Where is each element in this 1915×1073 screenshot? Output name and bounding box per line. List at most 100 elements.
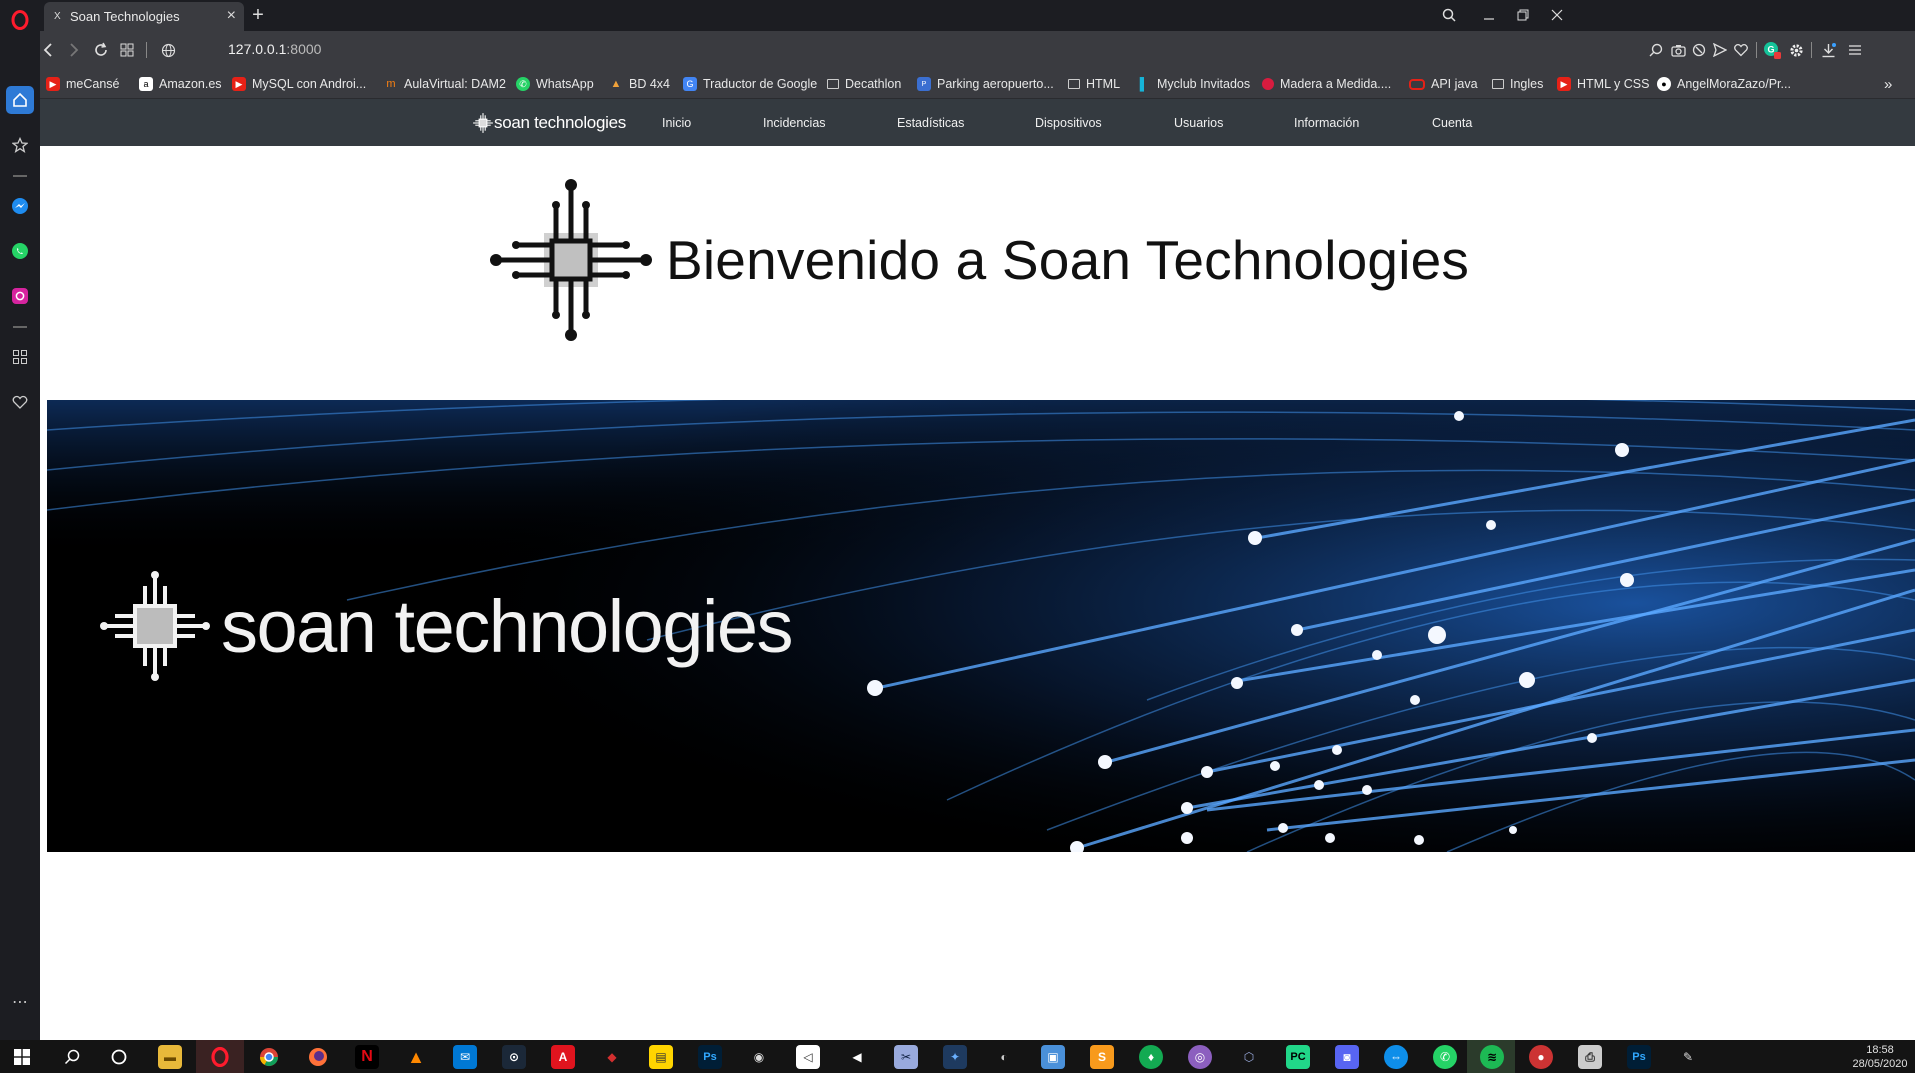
speed-dial-home-icon[interactable] xyxy=(6,86,34,114)
back-icon[interactable] xyxy=(36,38,60,62)
github-icon: ● xyxy=(1657,77,1671,91)
paint-icon[interactable]: ✎ xyxy=(1676,1045,1700,1069)
sql-tool-icon[interactable]: ◆ xyxy=(600,1045,624,1069)
opera-logo-icon[interactable] xyxy=(8,8,32,32)
send-flow-icon[interactable] xyxy=(1710,40,1730,60)
grammarly-extension-icon[interactable]: G xyxy=(1762,40,1782,60)
discord-icon[interactable]: ◙ xyxy=(1335,1045,1359,1069)
photoshop-icon[interactable]: Ps xyxy=(1627,1045,1651,1069)
unity-hub-icon[interactable]: ◀ xyxy=(845,1045,869,1069)
opera-taskbar-icon[interactable] xyxy=(208,1045,232,1069)
windows-start-icon[interactable] xyxy=(10,1045,34,1069)
easy-setup-menu-icon[interactable] xyxy=(1845,40,1865,60)
bookmark-item[interactable]: a Amazon.es xyxy=(139,75,222,93)
bookmark-item[interactable]: ▶ meCansé xyxy=(46,75,120,93)
printer-icon[interactable]: ⎙ xyxy=(1578,1045,1602,1069)
minimize-icon[interactable] xyxy=(1472,2,1506,28)
nav-link-cuenta[interactable]: Cuenta xyxy=(1432,116,1472,130)
cortana-icon[interactable] xyxy=(107,1045,131,1069)
spotify-icon[interactable]: ≋ xyxy=(1480,1045,1504,1069)
nav-link-inicio[interactable]: Inicio xyxy=(662,116,691,130)
url-host: 127.0.0.1 xyxy=(228,41,287,57)
navbar-brand[interactable]: soan technologies xyxy=(472,112,626,134)
pycharm-icon[interactable]: PC xyxy=(1286,1045,1310,1069)
new-tab-button[interactable]: + xyxy=(246,3,270,27)
bookmark-label: Ingles xyxy=(1510,77,1544,91)
oracle-icon xyxy=(1409,78,1425,90)
nav-link-usuarios[interactable]: Usuarios xyxy=(1174,116,1223,130)
heart-icon[interactable] xyxy=(8,390,32,414)
bookmark-item[interactable]: API java xyxy=(1409,75,1478,93)
netflix-icon[interactable]: N xyxy=(355,1045,379,1069)
whatsapp-desktop-icon[interactable]: ✆ xyxy=(1433,1045,1457,1069)
messenger-icon[interactable] xyxy=(8,194,32,218)
bookmark-item[interactable]: P Parking aeropuerto... xyxy=(917,75,1054,93)
recorder-icon[interactable]: ● xyxy=(1529,1045,1553,1069)
unity-icon[interactable]: ◁ xyxy=(796,1045,820,1069)
bookmark-item[interactable]: G Traductor de Google xyxy=(683,75,817,93)
reload-icon[interactable] xyxy=(89,38,113,62)
file-explorer-icon[interactable]: ▬ xyxy=(158,1045,182,1069)
vlc-icon[interactable]: ▲ xyxy=(404,1045,428,1069)
tab-grid-icon[interactable] xyxy=(115,38,139,62)
bookmark-folder[interactable]: HTML xyxy=(1068,75,1120,93)
bookmark-item[interactable]: Madera a Medida.... xyxy=(1262,75,1391,93)
site-info-globe-icon[interactable] xyxy=(156,38,180,62)
tracker-blocker-icon[interactable] xyxy=(1689,40,1709,60)
nav-link-incidencias[interactable]: Incidencias xyxy=(763,116,826,130)
search-icon[interactable] xyxy=(60,1045,84,1069)
page-title: Bienvenido a Soan Technologies xyxy=(666,229,1470,291)
photoshop-icon[interactable]: Ps xyxy=(698,1045,722,1069)
nav-link-dispositivos[interactable]: Dispositivos xyxy=(1035,116,1102,130)
bookmarks-star-icon[interactable] xyxy=(8,133,32,157)
bookmark-item[interactable]: ▶ MySQL con Androi... xyxy=(232,75,366,93)
snipping-tool-icon[interactable]: ✂ xyxy=(894,1045,918,1069)
bookmark-item[interactable]: m AulaVirtual: DAM2 xyxy=(384,75,506,93)
more-options-icon[interactable]: ⋯ xyxy=(8,990,32,1014)
search-tabs-icon[interactable] xyxy=(1432,2,1466,28)
app-purple-icon[interactable]: ◎ xyxy=(1188,1045,1212,1069)
bookmark-label: Decathlon xyxy=(845,77,902,91)
bookmark-folder[interactable]: Ingles xyxy=(1492,75,1543,93)
settings-gear-icon[interactable] xyxy=(1786,40,1806,60)
chrome-icon[interactable] xyxy=(257,1045,281,1069)
3d-box-icon[interactable]: ⬡ xyxy=(1237,1045,1261,1069)
firefox-icon[interactable] xyxy=(306,1045,330,1069)
restore-icon[interactable] xyxy=(1506,2,1540,28)
madera-icon xyxy=(1262,78,1274,90)
mail-icon[interactable]: ✉ xyxy=(453,1045,477,1069)
search-page-icon[interactable] xyxy=(1646,40,1666,60)
nav-link-informacion[interactable]: Información xyxy=(1294,116,1359,130)
tab-close-icon[interactable]: × xyxy=(227,7,236,25)
forward-icon[interactable] xyxy=(62,38,86,62)
snapshot-camera-icon[interactable] xyxy=(1668,40,1688,60)
steam-icon[interactable]: ⊙ xyxy=(502,1045,526,1069)
bookmark-item[interactable]: ● AngelMoraZazo/Pr... xyxy=(1657,75,1791,93)
bookmark-label: AngelMoraZazo/Pr... xyxy=(1677,77,1791,91)
tab-soan-technologies[interactable]: X Soan Technologies × xyxy=(44,2,244,31)
mysql-workbench-icon[interactable]: ✦ xyxy=(943,1045,967,1069)
bookmark-item[interactable]: ▲ BD 4x4 xyxy=(609,75,670,93)
acrobat-icon[interactable]: A xyxy=(551,1045,575,1069)
bookmark-item[interactable]: ▌ Myclub Invitados xyxy=(1137,75,1250,93)
workspaces-grid-icon[interactable] xyxy=(8,345,32,369)
nav-link-estadisticas[interactable]: Estadísticas xyxy=(897,116,964,130)
bookmarks-overflow-chevron-icon[interactable]: » xyxy=(1884,75,1892,93)
virtual-box-icon[interactable]: ▣ xyxy=(1041,1045,1065,1069)
close-window-icon[interactable] xyxy=(1540,2,1574,28)
bookmark-item[interactable]: ▶ HTML y CSS xyxy=(1557,75,1649,93)
instagram-icon[interactable] xyxy=(8,284,32,308)
whatsapp-icon[interactable] xyxy=(8,239,32,263)
eclipse-icon[interactable]: ◐ xyxy=(992,1045,1016,1069)
bookmark-heart-icon[interactable] xyxy=(1731,40,1751,60)
address-url[interactable]: 127.0.0.1:8000 xyxy=(228,41,321,57)
mongodb-icon[interactable]: ♦ xyxy=(1139,1045,1163,1069)
sticky-notes-icon[interactable]: ▤ xyxy=(649,1045,673,1069)
sublime-text-icon[interactable]: S xyxy=(1090,1045,1114,1069)
app-icon[interactable]: ◉ xyxy=(747,1045,771,1069)
downloads-icon[interactable] xyxy=(1818,40,1838,60)
bookmark-item[interactable]: ✆ WhatsApp xyxy=(516,75,594,93)
teamviewer-icon[interactable]: ⇔ xyxy=(1384,1045,1408,1069)
taskbar-clock[interactable]: 18:58 28/05/2020 xyxy=(1845,1043,1915,1071)
bookmark-folder[interactable]: Decathlon xyxy=(827,75,901,93)
